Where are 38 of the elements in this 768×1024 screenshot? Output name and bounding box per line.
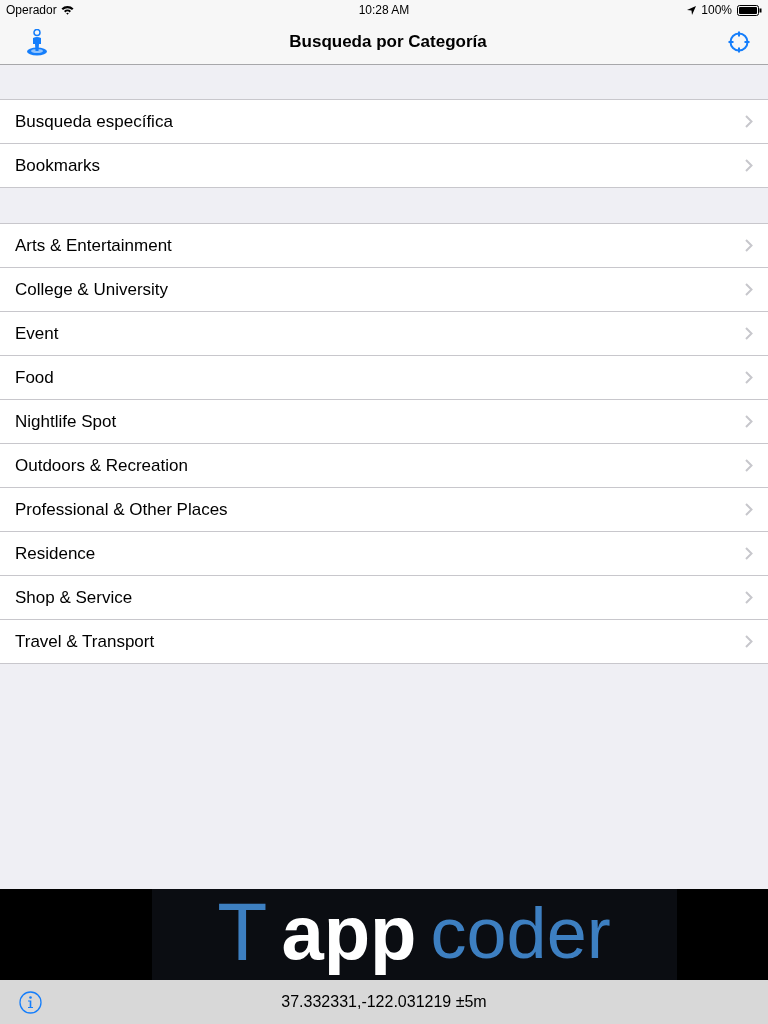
chevron-right-icon xyxy=(745,283,753,296)
location-arrow-icon xyxy=(687,5,697,15)
category-row[interactable]: Professional & Other Places xyxy=(0,488,768,532)
category-row[interactable]: Residence xyxy=(0,532,768,576)
status-time: 10:28 AM xyxy=(358,3,410,17)
banner-word: coder xyxy=(430,897,611,969)
chevron-right-icon xyxy=(745,159,753,172)
wifi-icon xyxy=(60,5,74,15)
chevron-right-icon xyxy=(745,415,753,428)
chevron-right-icon xyxy=(745,371,753,384)
battery-percent: 100% xyxy=(701,3,732,17)
banner-word: T xyxy=(217,891,268,973)
category-row[interactable]: Food xyxy=(0,356,768,400)
category-row[interactable]: Travel & Transport xyxy=(0,620,768,663)
category-row[interactable]: Shop & Service xyxy=(0,576,768,620)
info-icon[interactable] xyxy=(19,990,42,1014)
category-row[interactable]: Event xyxy=(0,312,768,356)
crosshair-icon[interactable] xyxy=(728,31,750,53)
category-row[interactable]: Arts & Entertainment xyxy=(0,224,768,268)
chevron-right-icon xyxy=(745,591,753,604)
battery-icon xyxy=(737,4,762,16)
category-row[interactable]: Nightlife Spot xyxy=(0,400,768,444)
chevron-right-icon xyxy=(745,635,753,648)
chevron-right-icon xyxy=(745,239,753,252)
chevron-right-icon xyxy=(745,327,753,340)
carrier-name: Operador xyxy=(6,3,57,17)
chevron-right-icon xyxy=(745,115,753,128)
category-row[interactable]: Outdoors & Recreation xyxy=(0,444,768,488)
coordinates-text: 37.332331,-122.031219 ±5m xyxy=(281,993,487,1011)
ad-banner[interactable]: T app coder xyxy=(151,889,677,980)
category-row[interactable]: Bookmarks xyxy=(0,144,768,187)
category-row[interactable]: Busqueda específica xyxy=(0,100,768,144)
nav-title: Busqueda por Categoría xyxy=(289,32,487,52)
chevron-right-icon xyxy=(745,459,753,472)
chevron-right-icon xyxy=(745,503,753,516)
category-row[interactable]: College & University xyxy=(0,268,768,312)
person-pin-icon[interactable] xyxy=(26,28,48,56)
chevron-right-icon xyxy=(745,547,753,560)
